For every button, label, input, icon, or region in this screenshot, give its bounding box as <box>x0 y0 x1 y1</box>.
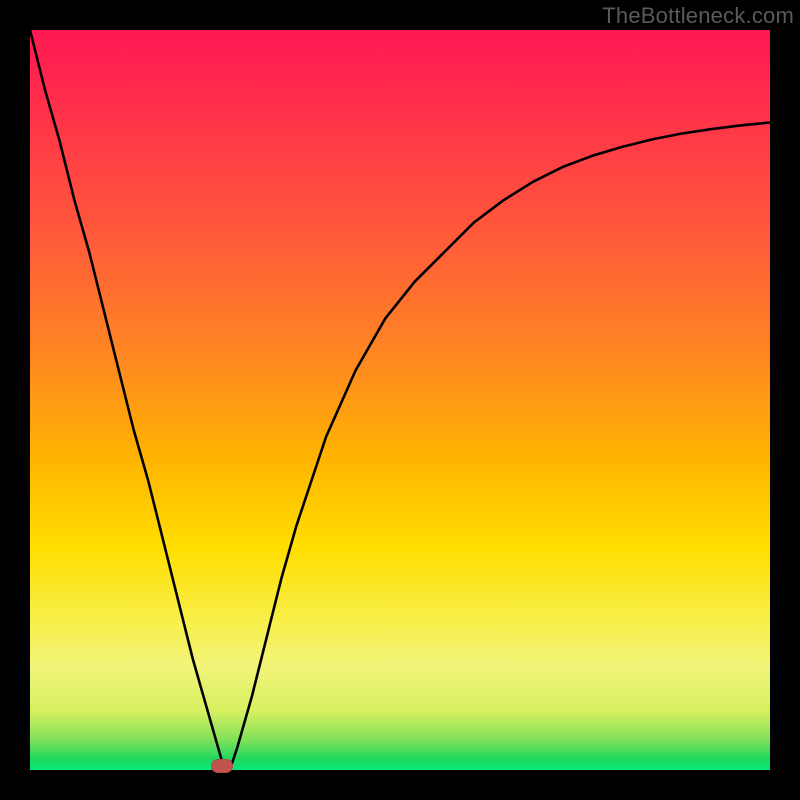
curve-svg <box>30 30 770 770</box>
bottleneck-curve <box>30 30 770 770</box>
watermark-text: TheBottleneck.com <box>602 3 794 29</box>
chart-frame: TheBottleneck.com <box>0 0 800 800</box>
plot-area <box>30 30 770 770</box>
optimum-marker <box>211 759 233 773</box>
